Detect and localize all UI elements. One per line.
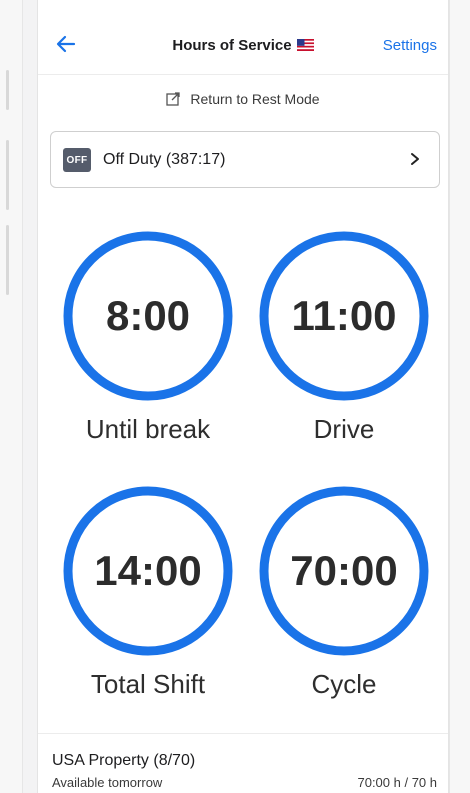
settings-link[interactable]: Settings (383, 37, 437, 54)
cycle-availability: Available tomorrow (52, 775, 163, 790)
timer-label: Until break (85, 414, 211, 444)
timer-label: Drive (313, 414, 375, 444)
duty-status-label: Off Duty (387:17) (103, 151, 226, 168)
cycle-hours: 70:00 h / 70 h (357, 775, 437, 790)
page-title-text: Hours of Service (172, 37, 292, 54)
timer-value: 11:00 (291, 292, 397, 339)
hos-panel: Hours of Service Settings Return to Rest… (37, 0, 449, 793)
return-to-rest-mode-label: Return to Rest Mode (190, 91, 320, 107)
divider (38, 733, 448, 734)
timer-ring: 11:00 (258, 230, 430, 402)
timer-value: 14:00 (94, 547, 202, 594)
until-break-timer[interactable]: 8:00 Until break (60, 230, 236, 445)
timer-ring: 14:00 (62, 485, 234, 657)
timer-ring: 8:00 (62, 230, 234, 402)
drive-timer[interactable]: 11:00 Drive (256, 230, 432, 445)
timer-value: 70:00 (290, 547, 398, 594)
app-screen: Hours of Service Settings Return to Rest… (0, 0, 470, 793)
return-to-rest-mode-link[interactable]: Return to Rest Mode (38, 91, 448, 107)
chevron-right-icon (411, 153, 419, 165)
timer-value: 8:00 (105, 292, 191, 339)
us-flag-icon (296, 38, 314, 55)
edge-button (6, 140, 9, 210)
timer-label: Total Shift (90, 669, 206, 699)
edge-button (6, 70, 9, 110)
left-edge (0, 0, 23, 793)
duty-status-card[interactable]: OFF Off Duty (387:17) (50, 131, 440, 188)
top-bar: Hours of Service Settings (38, 0, 448, 75)
cycle-timer[interactable]: 70:00 Cycle (256, 485, 432, 700)
timer-label: Cycle (311, 669, 377, 699)
edge-button (6, 225, 9, 295)
timer-ring: 70:00 (258, 485, 430, 657)
cycle-rule-title: USA Property (8/70) (52, 752, 196, 769)
external-link-icon (166, 92, 181, 106)
total-shift-timer[interactable]: 14:00 Total Shift (60, 485, 236, 700)
right-edge (449, 0, 470, 793)
off-duty-badge: OFF (63, 148, 91, 172)
